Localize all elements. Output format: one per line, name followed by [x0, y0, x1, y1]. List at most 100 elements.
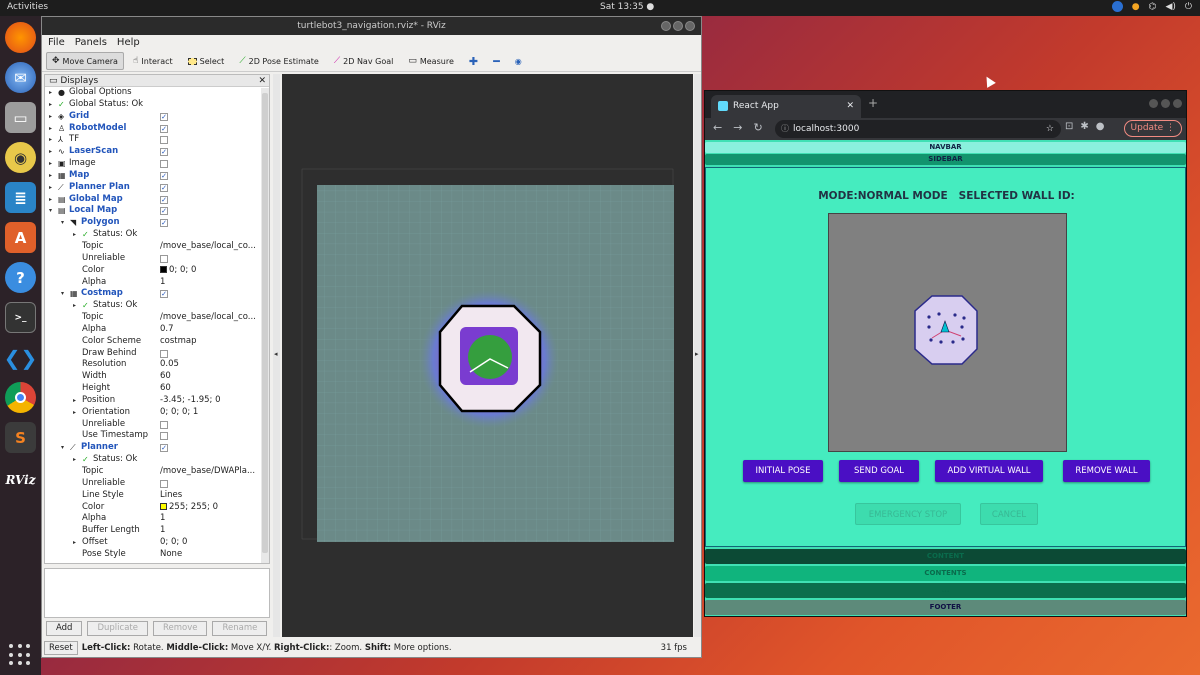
- maximize-icon[interactable]: [673, 21, 683, 31]
- notification-icon[interactable]: ●: [1132, 2, 1140, 12]
- tree-row-pose-style[interactable]: Pose Style None: [45, 549, 269, 561]
- tree-row-local-map[interactable]: ▾ ▤ Local Map ✓: [45, 205, 269, 217]
- tree-row-global-map[interactable]: ▸ ▤ Global Map ✓: [45, 194, 269, 206]
- expand-right-icon[interactable]: ▸: [49, 99, 57, 111]
- volume-icon[interactable]: ◀): [1165, 2, 1175, 12]
- profile-icon[interactable]: ●: [1096, 121, 1105, 132]
- tree-row-color-scheme[interactable]: Color Scheme costmap: [45, 336, 269, 348]
- rviz-title[interactable]: turtlebot3_navigation.rviz* - RViz: [42, 17, 701, 35]
- update-button[interactable]: Update ⋮: [1123, 120, 1182, 137]
- property-value[interactable]: 60: [160, 371, 171, 383]
- move-camera-tool[interactable]: ✥ Move Camera: [46, 52, 124, 70]
- expand-right-icon[interactable]: ▸: [49, 194, 57, 206]
- duplicate-button[interactable]: Duplicate: [87, 621, 148, 636]
- tree-row-status-ok[interactable]: ▸ ✓ Status: Ok: [45, 300, 269, 312]
- property-value[interactable]: 0.7: [160, 324, 174, 336]
- expand-right-icon[interactable]: ▸: [49, 170, 57, 182]
- checkbox[interactable]: ✓: [160, 207, 168, 216]
- property-value[interactable]: 0.05: [160, 359, 179, 371]
- clock[interactable]: Sat 13:35 ●: [600, 2, 654, 12]
- back-icon[interactable]: ←: [713, 121, 722, 134]
- tree-row-buffer-length[interactable]: Buffer Length 1: [45, 525, 269, 537]
- tree-row-costmap[interactable]: ▾ ▦ Costmap ✓: [45, 288, 269, 300]
- property-value[interactable]: /move_base/local_co...: [160, 241, 256, 253]
- tree-row-alpha[interactable]: Alpha 1: [45, 513, 269, 525]
- new-tab-button[interactable]: +: [868, 96, 878, 110]
- expand-down-icon[interactable]: ▾: [61, 288, 69, 300]
- tree-row-color[interactable]: Color 0; 0; 0: [45, 265, 269, 277]
- expand-right-icon[interactable]: ▸: [49, 111, 57, 123]
- tree-row-line-style[interactable]: Line Style Lines: [45, 490, 269, 502]
- wifi-icon[interactable]: ⌬: [1149, 2, 1157, 12]
- maximize-icon[interactable]: [1161, 99, 1170, 108]
- measure-tool[interactable]: ▭ Measure: [402, 52, 460, 70]
- tree-row-position[interactable]: ▸ Position -3.45; -1.95; 0: [45, 395, 269, 407]
- system-tray[interactable]: ● ⌬ ◀) ⏻: [1111, 1, 1192, 12]
- rename-button[interactable]: Rename: [212, 621, 268, 636]
- remove-tool-button[interactable]: ━: [487, 52, 506, 70]
- property-value[interactable]: 1: [160, 277, 165, 289]
- emergency-stop-button[interactable]: EMERGENCY STOP: [855, 503, 961, 525]
- tree-row-status-ok[interactable]: ▸ ✓ Status: Ok: [45, 229, 269, 241]
- chrome-window-controls[interactable]: [1149, 99, 1182, 108]
- expand-right-icon[interactable]: ▸: [73, 454, 81, 466]
- menu-panels[interactable]: Panels: [75, 35, 107, 51]
- checkbox[interactable]: [160, 160, 168, 169]
- bookmark-star-icon[interactable]: ☆: [1046, 120, 1054, 138]
- minimize-icon[interactable]: [661, 21, 671, 31]
- add-tool-button[interactable]: ✚: [463, 52, 484, 70]
- expand-right-icon[interactable]: ▸: [49, 123, 57, 135]
- expand-down-icon[interactable]: ▾: [49, 205, 57, 217]
- rhythmbox-icon[interactable]: ◉: [5, 142, 36, 173]
- menu-file[interactable]: File: [48, 35, 65, 51]
- cancel-button[interactable]: CANCEL: [980, 503, 1038, 525]
- checkbox[interactable]: ✓: [160, 290, 168, 299]
- tree-row-tf[interactable]: ▸ ⅄ TF: [45, 134, 269, 146]
- terminal-icon[interactable]: >_: [5, 302, 36, 333]
- checkbox[interactable]: ✓: [160, 124, 168, 133]
- power-icon[interactable]: ⏻: [1185, 2, 1192, 12]
- remove-button[interactable]: Remove: [152, 621, 208, 636]
- info-icon[interactable]: ⓘ: [781, 120, 789, 138]
- tree-row-topic[interactable]: Topic/move_base/DWAPla...: [45, 466, 269, 478]
- forward-icon[interactable]: →: [733, 121, 742, 134]
- minimize-icon[interactable]: [1149, 99, 1158, 108]
- property-value[interactable]: -3.45; -1.95; 0: [160, 395, 221, 407]
- tree-row-orientation[interactable]: ▸ Orientation 0; 0; 0; 1: [45, 407, 269, 419]
- property-value[interactable]: 0; 0; 0: [160, 537, 187, 549]
- checkbox[interactable]: [160, 349, 168, 358]
- property-value[interactable]: 0; 0; 0; 1: [160, 407, 198, 419]
- property-value[interactable]: costmap: [160, 336, 197, 348]
- tree-row-global-status-ok[interactable]: ▸ ✓ Global Status: Ok: [45, 99, 269, 111]
- pose-estimate-tool[interactable]: ⟋ 2D Pose Estimate: [233, 52, 325, 70]
- tree-row-alpha[interactable]: Alpha 1: [45, 277, 269, 289]
- tree-row-draw-behind[interactable]: Draw Behind: [45, 348, 269, 360]
- close-tab-icon[interactable]: ✕: [846, 95, 854, 117]
- checkbox[interactable]: ✓: [160, 171, 168, 180]
- checkbox[interactable]: ✓: [160, 112, 168, 121]
- add-button[interactable]: Add: [46, 621, 83, 636]
- remove-wall-button[interactable]: REMOVE WALL: [1063, 460, 1150, 482]
- extension-icon[interactable]: ⊡: [1065, 121, 1073, 132]
- displays-scrollbar[interactable]: [261, 88, 269, 563]
- expand-right-icon[interactable]: ▸: [49, 146, 57, 158]
- tree-row-topic[interactable]: Topic/move_base/local_co...: [45, 241, 269, 253]
- checkbox[interactable]: [160, 254, 168, 263]
- sublime-icon[interactable]: S: [5, 422, 36, 453]
- tree-row-offset[interactable]: ▸ Offset 0; 0; 0: [45, 537, 269, 549]
- camera-type-icon[interactable]: ◉: [509, 52, 528, 70]
- add-virtual-wall-button[interactable]: ADD VIRTUAL WALL: [935, 460, 1043, 482]
- property-value[interactable]: 255; 255; 0: [160, 502, 218, 514]
- libreoffice-icon[interactable]: ≣: [5, 182, 36, 213]
- expand-down-icon[interactable]: ▾: [61, 217, 69, 229]
- property-value[interactable]: Lines: [160, 490, 182, 502]
- expand-down-icon[interactable]: ▾: [61, 442, 69, 454]
- tree-row-use-timestamp[interactable]: Use Timestamp: [45, 430, 269, 442]
- checkbox[interactable]: [160, 479, 168, 488]
- tree-row-alpha[interactable]: Alpha 0.7: [45, 324, 269, 336]
- expand-right-icon[interactable]: ▸: [73, 395, 81, 407]
- tree-row-status-ok[interactable]: ▸ ✓ Status: Ok: [45, 454, 269, 466]
- expand-right-icon[interactable]: ▸: [73, 537, 81, 549]
- checkbox[interactable]: ✓: [160, 195, 168, 204]
- interact-tool[interactable]: ☝ Interact: [127, 52, 179, 70]
